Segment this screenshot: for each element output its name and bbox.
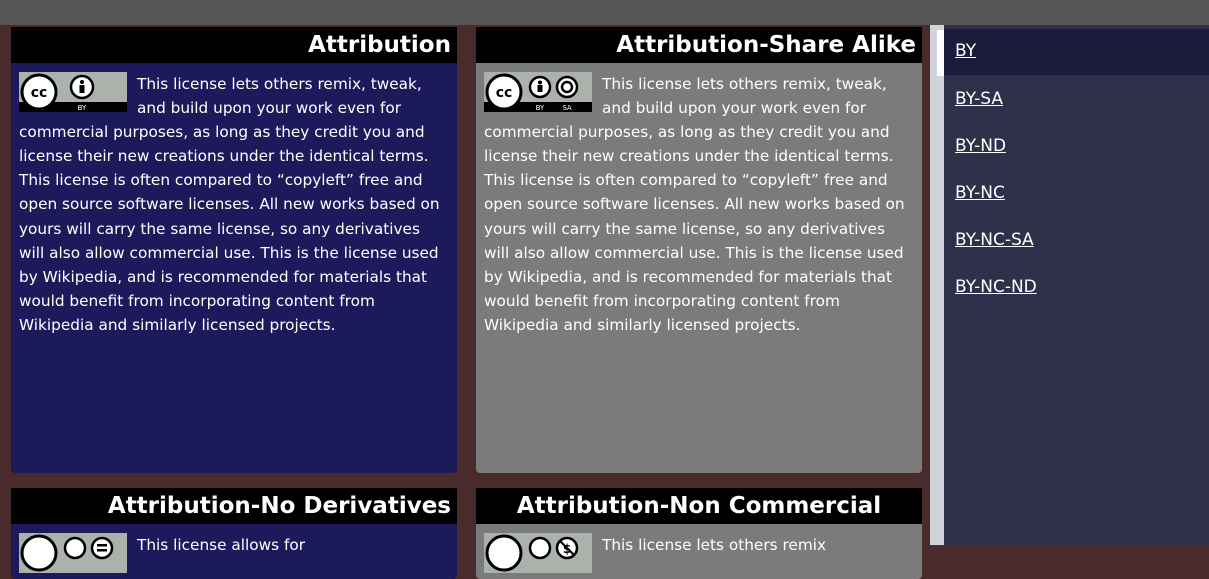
license-card-title: Attribution-No Derivatives <box>11 488 457 524</box>
license-badge-by-sa: cc BY SA <box>484 72 592 112</box>
nav-item-by-nc-nd: BY-NC-ND <box>944 263 1209 310</box>
license-card-body: cc BY This license lets others remix, tw… <box>11 63 457 473</box>
nav-item-by-nc: BY-NC <box>944 169 1209 216</box>
nd-icon <box>90 536 114 560</box>
license-description: This license lets others remix, tweak, a… <box>19 75 440 334</box>
license-badge-by: cc BY <box>19 72 127 112</box>
nc-icon: $ <box>555 536 579 560</box>
nav-link-by-nc[interactable]: BY-NC <box>955 183 1005 203</box>
badge-label-by: BY <box>78 104 87 112</box>
nav-item-by-nc-sa: BY-NC-SA <box>944 216 1209 263</box>
nav-link-by-nd[interactable]: BY-ND <box>955 136 1006 156</box>
license-card-title: Attribution-Non Commercial <box>476 488 922 524</box>
cc-icon <box>20 534 58 572</box>
nav-link-by-sa[interactable]: BY-SA <box>955 89 1003 109</box>
nav-link-by-nc-sa[interactable]: BY-NC-SA <box>955 230 1034 250</box>
license-card-body: cc BY SA This license lets others remix,… <box>476 63 922 473</box>
license-badge-by-nd <box>19 533 127 573</box>
nav-item-by-sa: BY-SA <box>944 75 1209 122</box>
license-badge-by-nc: $ <box>484 533 592 573</box>
cc-icon: cc <box>485 73 523 111</box>
license-card-title: Attribution <box>11 27 457 63</box>
svg-text:cc: cc <box>496 85 513 101</box>
license-card-by-sa: Attribution-Share Alike cc BY SA This li… <box>476 27 922 473</box>
license-card-by-nc: Attribution-Non Commercial $ <box>476 488 922 579</box>
license-nav-list: BY BY-SA BY-ND BY-NC BY-NC-SA BY-NC-ND <box>944 29 1209 310</box>
sa-icon <box>555 75 579 99</box>
by-icon <box>69 74 95 100</box>
by-icon <box>528 536 552 560</box>
license-card-body: $ This license lets others remix <box>476 524 922 579</box>
license-description: This license lets others remix, tweak, a… <box>484 75 905 334</box>
sidebar-scrollbar[interactable] <box>930 25 944 545</box>
svg-text:cc: cc <box>31 85 48 101</box>
license-cards-area: Attribution cc BY This license lets othe… <box>0 25 930 579</box>
nav-item-by: BY <box>944 29 1209 75</box>
cc-icon <box>485 534 523 572</box>
nav-item-by-nd: BY-ND <box>944 122 1209 169</box>
badge-label-by: BY <box>536 104 545 112</box>
badge-label-sa: SA <box>562 104 572 112</box>
license-card-by: Attribution cc BY This license lets othe… <box>11 27 457 473</box>
sidebar-scrollbar-thumb[interactable] <box>937 30 944 76</box>
license-nav-sidebar: BY BY-SA BY-ND BY-NC BY-NC-SA BY-NC-ND <box>930 25 1209 545</box>
license-card-title: Attribution-Share Alike <box>476 27 922 63</box>
by-icon <box>63 536 87 560</box>
cc-icon: cc <box>20 73 58 111</box>
license-description: This license lets others remix <box>602 536 827 554</box>
license-description: This license allows for <box>137 536 305 554</box>
by-icon <box>528 75 552 99</box>
license-card-body: This license allows for <box>11 524 457 579</box>
nav-link-by-nc-nd[interactable]: BY-NC-ND <box>955 277 1037 297</box>
license-card-by-nd: Attribution-No Derivatives This license … <box>11 488 457 579</box>
window-top-bar <box>0 0 1209 25</box>
nav-link-by[interactable]: BY <box>955 41 976 61</box>
